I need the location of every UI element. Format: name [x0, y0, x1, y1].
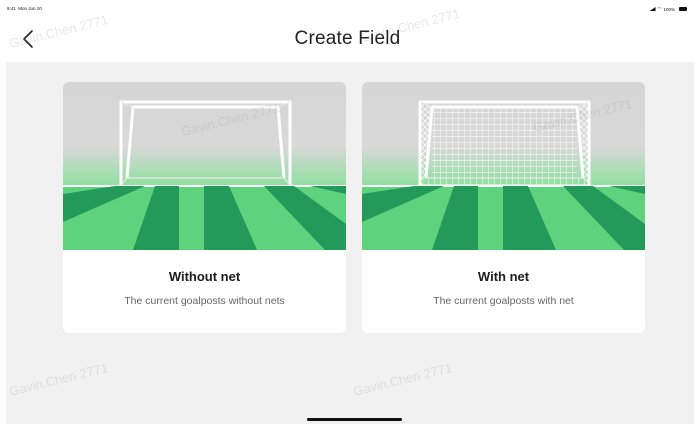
- content-area: Without net The current goalposts withou…: [6, 62, 694, 424]
- goal-with-net-illustration: [362, 82, 645, 250]
- card-description: The current goalposts without nets: [124, 295, 285, 307]
- battery-percent: 100%: [663, 6, 675, 12]
- status-date: Mon Jun 10: [18, 6, 42, 11]
- status-time: 9:41: [7, 6, 16, 11]
- header: Create Field: [0, 18, 695, 62]
- home-indicator[interactable]: [307, 418, 402, 421]
- battery-icon: [679, 7, 687, 11]
- status-right: ◠ 100%: [649, 6, 687, 12]
- field-option-with-net[interactable]: With net The current goalposts with net: [362, 82, 645, 333]
- status-left: 9:41 Mon Jun 10: [7, 6, 42, 11]
- card-description: The current goalposts with net: [433, 295, 574, 307]
- goal-without-net-illustration: [63, 82, 346, 250]
- wifi-icon: ◠: [657, 6, 662, 11]
- signal-icon: [649, 7, 656, 11]
- status-bar: 9:41 Mon Jun 10 ◠ 100%: [0, 0, 695, 18]
- field-option-without-net[interactable]: Without net The current goalposts withou…: [63, 82, 346, 333]
- page-title: Create Field: [294, 28, 401, 49]
- card-title: With net: [477, 269, 530, 284]
- card-title: Without net: [168, 269, 241, 284]
